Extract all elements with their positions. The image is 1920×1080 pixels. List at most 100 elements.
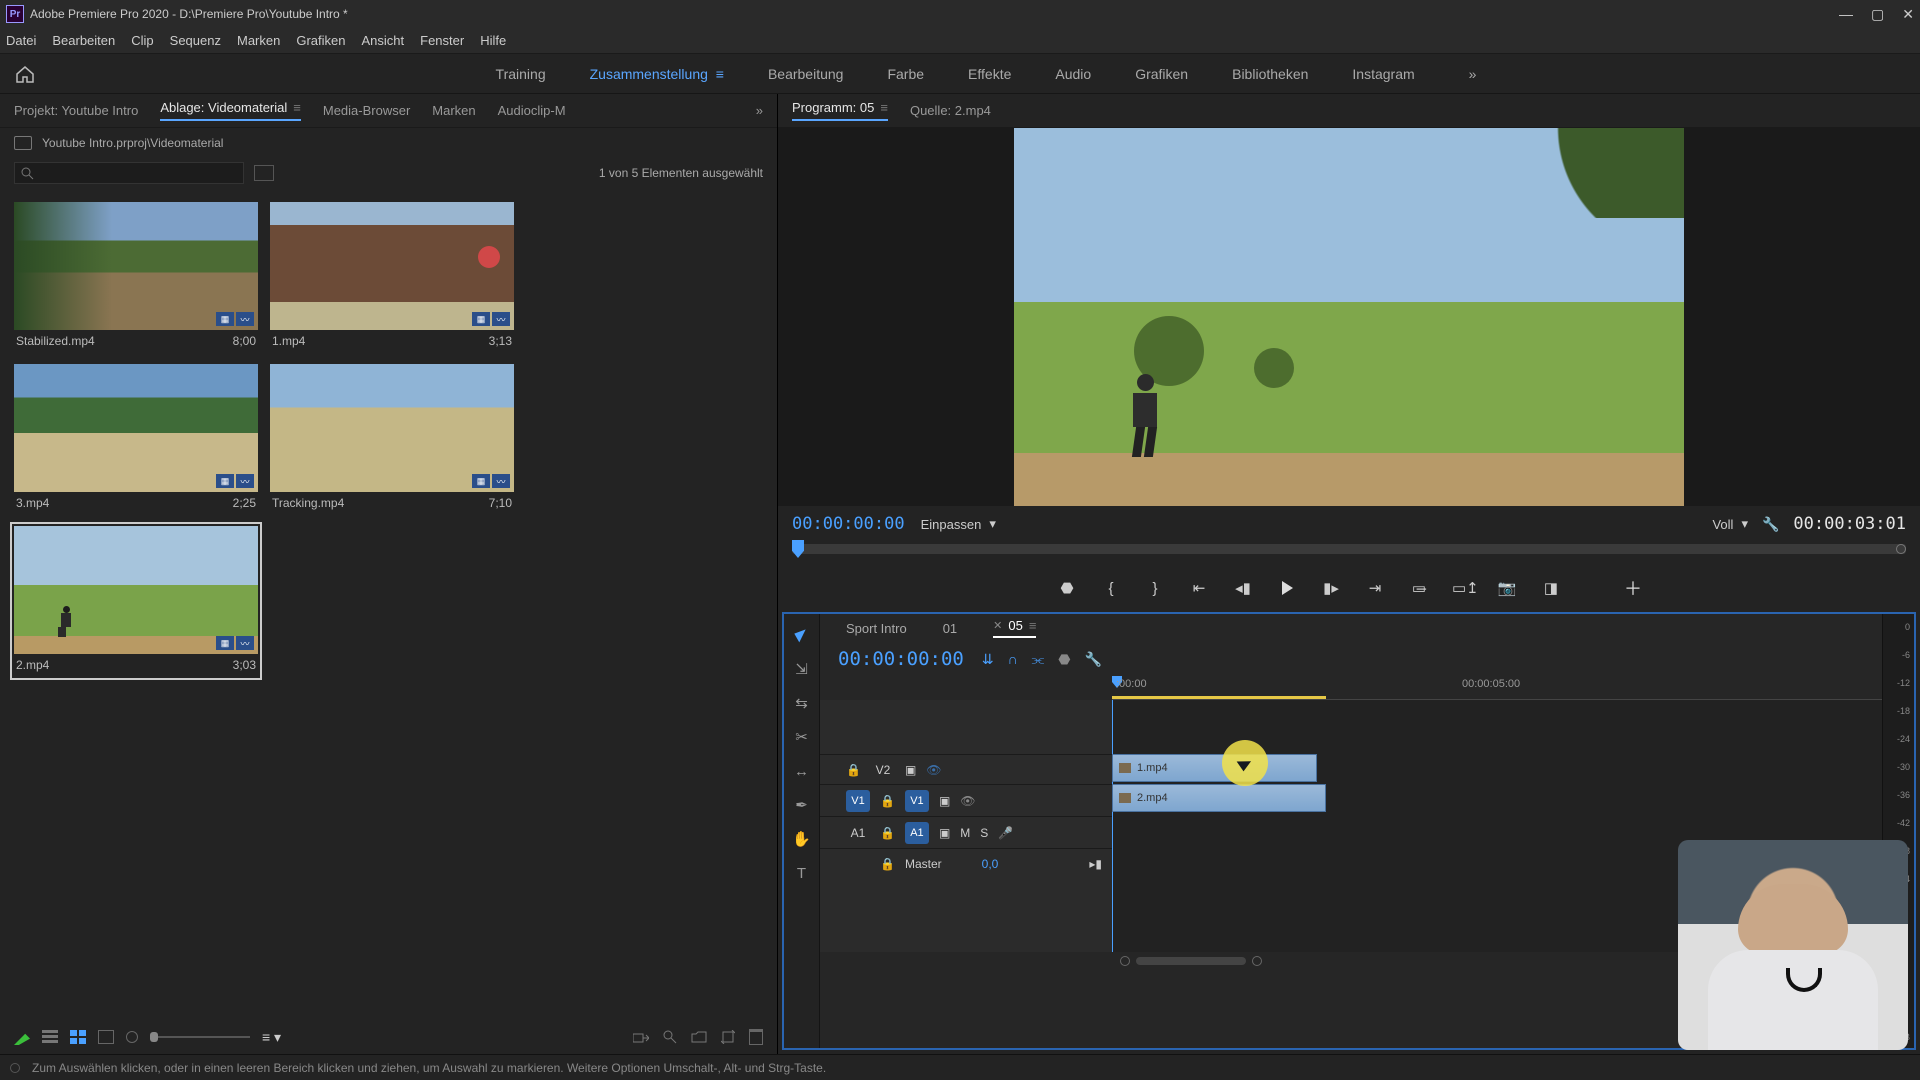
tab-audioclip[interactable]: Audioclip-M [498,103,566,118]
clip-thumbnail[interactable]: ▦〰 [14,364,258,492]
mark-in-button[interactable]: { [1100,580,1122,597]
sync-lock-icon[interactable]: ▣ [905,763,916,777]
write-enable-icon[interactable] [14,1029,30,1045]
timeline-clip[interactable]: 1.mp4 [1112,754,1317,782]
pen-tool[interactable]: ✒ [793,796,811,814]
menu-fenster[interactable]: Fenster [420,33,464,48]
menu-clip[interactable]: Clip [131,33,153,48]
delete-icon[interactable] [749,1029,763,1045]
button-editor-icon[interactable]: ＋ [1624,575,1642,601]
bin-icon[interactable] [14,136,32,150]
menu-datei[interactable]: Datei [6,33,36,48]
work-area-bar[interactable] [1112,696,1326,699]
source-patch-a1[interactable]: A1 [846,826,870,840]
search-input[interactable] [14,162,244,184]
close-button[interactable]: ✕ [1902,6,1914,23]
zoom-handle-icon[interactable] [1252,956,1262,966]
tab-projekt[interactable]: Projekt: Youtube Intro [14,103,138,118]
workspace-grafiken[interactable]: Grafiken [1135,66,1188,82]
clip-thumbnail[interactable]: ▦〰 [270,364,514,492]
snap-icon[interactable]: ∩ [1008,651,1018,668]
clip-card[interactable]: ▦〰 1.mp43;13 [270,202,514,352]
zoom-handle-icon[interactable] [1120,956,1130,966]
tab-marken[interactable]: Marken [432,103,475,118]
lock-icon[interactable]: 🔒 [880,826,895,840]
zoom-fit-dropdown[interactable]: Einpassen ▾ [921,516,996,532]
extract-button[interactable]: ▭↥ [1452,579,1474,597]
insert-sequence-icon[interactable]: ⇊ [982,651,994,668]
home-icon[interactable] [14,64,36,84]
menu-hilfe[interactable]: Hilfe [480,33,506,48]
zoom-slider-icon[interactable] [126,1031,138,1043]
play-button[interactable] [1276,581,1298,595]
thumbnail-zoom-slider[interactable] [150,1036,250,1038]
menu-ansicht[interactable]: Ansicht [361,33,404,48]
track-target-a1[interactable]: A1 [905,822,929,844]
mark-out-button[interactable]: } [1144,580,1166,597]
scrub-end-icon[interactable] [1896,544,1906,554]
tab-quelle[interactable]: Quelle: 2.mp4 [910,103,991,118]
goto-end-icon[interactable]: ▸▮ [1089,857,1102,871]
clip-card-selected[interactable]: ▦〰 2.mp43;03 [14,526,258,676]
program-monitor-viewport[interactable] [1014,128,1684,506]
tab-ablage[interactable]: Ablage: Videomaterial≡ [160,100,301,121]
workspace-zusammenstellung[interactable]: Zusammenstellung ≡ [590,66,724,82]
panel-menu-icon[interactable]: ≡ [1029,618,1037,633]
sync-lock-icon[interactable]: ▣ [939,826,950,840]
timeline-clip[interactable]: 2.mp4 [1112,784,1326,812]
program-timecode-in[interactable]: 00:00:00:00 [792,514,905,534]
voice-over-icon[interactable]: 🎤 [998,826,1013,840]
track-header-v2[interactable]: 🔒 V2 ▣👁 [820,754,1112,784]
clip-thumbnail[interactable]: ▦〰 [270,202,514,330]
ripple-edit-tool[interactable]: ⇆ [793,694,811,712]
workspace-instagram[interactable]: Instagram [1352,66,1414,82]
workspace-bearbeitung[interactable]: Bearbeitung [768,66,844,82]
list-view-icon[interactable] [42,1030,58,1044]
sequence-tab[interactable]: Sport Intro [846,621,907,636]
resolution-dropdown[interactable]: Voll ▾ [1712,516,1748,532]
track-header-v1[interactable]: V1 🔒 V1 ▣👁 [820,784,1112,816]
panel-menu-icon[interactable]: ≡ [293,100,301,115]
program-scrubber[interactable] [778,542,1920,568]
sync-lock-icon[interactable]: ▣ [939,794,950,808]
workspace-bibliotheken[interactable]: Bibliotheken [1232,66,1308,82]
mute-button[interactable]: M [960,826,970,840]
tabs-overflow-icon[interactable]: » [756,103,763,118]
track-header-master[interactable]: 🔒 Master 0,0 ▸▮ [820,848,1112,878]
sequence-tab[interactable]: 01 [943,621,957,636]
clip-thumbnail[interactable]: ▦〰 [14,202,258,330]
slip-tool[interactable]: ↔ [793,762,811,780]
panel-menu-icon[interactable]: ≡ [880,100,888,115]
track-select-tool[interactable]: ⇲ [793,660,811,678]
lift-button[interactable]: ▭̶ [1408,579,1430,597]
clip-card[interactable]: ▦〰 3.mp42;25 [14,364,258,514]
menu-grafiken[interactable]: Grafiken [296,33,345,48]
freeform-view-icon[interactable] [98,1030,114,1044]
playhead-icon[interactable] [792,540,804,558]
step-forward-button[interactable]: ▮▸ [1320,579,1342,597]
add-marker-icon[interactable]: ⬣ [1058,651,1070,668]
sequence-tab-active[interactable]: ✕05 ≡ [993,618,1036,638]
settings-wrench-icon[interactable]: 🔧 [1762,516,1779,533]
master-volume-value[interactable]: 0,0 [982,857,999,871]
step-back-button[interactable]: ◂▮ [1232,579,1254,597]
selection-tool[interactable] [793,626,811,644]
automate-icon[interactable] [633,1030,649,1044]
type-tool[interactable]: T [793,864,811,882]
lock-icon[interactable]: 🔒 [880,857,895,871]
clip-card[interactable]: ▦〰 Tracking.mp47;10 [270,364,514,514]
menu-bearbeiten[interactable]: Bearbeiten [52,33,115,48]
tab-programm[interactable]: Programm: 05≡ [792,100,888,121]
add-marker-button[interactable]: ⬣ [1056,579,1078,597]
maximize-button[interactable]: ▢ [1871,6,1884,23]
lock-icon[interactable]: 🔒 [880,794,895,808]
menu-sequenz[interactable]: Sequenz [170,33,221,48]
minimize-button[interactable]: — [1839,6,1853,23]
lock-icon[interactable]: 🔒 [846,763,861,777]
comparison-view-button[interactable]: ◨ [1540,579,1562,597]
tab-media-browser[interactable]: Media-Browser [323,103,410,118]
export-frame-button[interactable]: 📷 [1496,579,1518,597]
track-header-a1[interactable]: A1 🔒 A1 ▣MS🎤 [820,816,1112,848]
source-patch-v1[interactable]: V1 [846,790,870,812]
new-item-icon[interactable] [721,1030,735,1044]
